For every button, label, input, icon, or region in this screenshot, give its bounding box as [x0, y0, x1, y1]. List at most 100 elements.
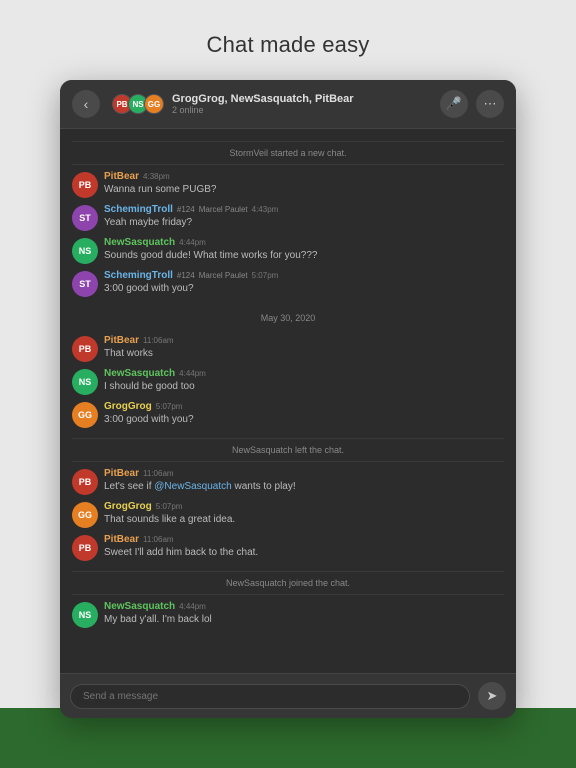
message-avatar: PB [72, 535, 98, 561]
message-time: 4:44pm [179, 238, 206, 247]
message-text: That works [104, 347, 504, 361]
message-row: NS NewSasquatch 4:44pm My bad y'all. I'm ba… [72, 601, 504, 628]
message-header: NewSasquatch 4:44pm [104, 237, 504, 248]
send-button[interactable]: ➤ [478, 682, 506, 710]
message-content: PitBear 4:38pm Wanna run some PUGB? [104, 171, 504, 197]
message-avatar: GG [72, 502, 98, 528]
message-content: NewSasquatch 4:44pm Sounds good dude! What… [104, 237, 504, 263]
message-time: 4:44pm [179, 369, 206, 378]
message-username: GrogGrog [104, 501, 152, 512]
message-header: GrogGrog5:07pm [104, 401, 504, 412]
message-username: PitBear [104, 335, 139, 346]
message-avatar: PB [72, 172, 98, 198]
message-content: GrogGrog 5:07pm That sounds like a great i… [104, 501, 504, 527]
message-avatar: NS [72, 369, 98, 395]
input-area: ➤ [60, 673, 516, 718]
message-row: PB PitBear 4:38pm Wanna run some PUGB? [72, 171, 504, 198]
message-text: I should be good too [104, 380, 504, 394]
message-header: GrogGrog 5:07pm [104, 501, 504, 512]
message-tag: #124 [177, 205, 195, 214]
message-row: PB PitBear 11:06am Let's see if @NewSasquat… [72, 468, 504, 495]
message-username: PitBear [104, 534, 139, 545]
message-content: SchemingTroll #124 Marcel Paulet 4:43pm Yeah… [104, 204, 504, 230]
more-button[interactable]: ⋯ [476, 90, 504, 118]
message-content: PitBear 11:06am Sweet I'll add him back to… [104, 534, 504, 560]
message-header: NewSasquatch 4:44pm [104, 601, 504, 612]
message-row: PB PitBear 11:06am That works [72, 335, 504, 362]
message-text: Sweet I'll add him back to the chat. [104, 546, 504, 560]
page-title: Chat made easy [0, 0, 576, 74]
message-text: My bad y'all. I'm back lol [104, 613, 504, 627]
message-time: 11:06am [143, 535, 174, 544]
message-text: 3:00 good with you? [104, 282, 504, 296]
system-message: NewSasquatch joined the chat. [72, 571, 504, 595]
message-row: PB PitBear 11:06am Sweet I'll add him back … [72, 534, 504, 561]
header-avatars: PB NS GG [112, 94, 164, 114]
message-header: NewSasquatch 4:44pm [104, 368, 504, 379]
app-container: ‹ PB NS GG GrogGrog, NewSasquatch, PitBe… [60, 80, 516, 718]
voice-button[interactable]: 🎤 [440, 90, 468, 118]
message-extra: Marcel Paulet [199, 205, 248, 214]
message-row: NS NewSasquatch 4:44pm Sounds good dude! Wh… [72, 237, 504, 264]
message-header: SchemingTroll #124 Marcel Paulet 5:07pm [104, 270, 504, 281]
header-actions: 🎤 ⋯ [440, 90, 504, 118]
message-username: SchemingTroll [104, 204, 173, 215]
message-row: NS NewSasquatch 4:44pm I should be good too [72, 368, 504, 395]
system-message: StormVeil started a new chat. [72, 141, 504, 165]
message-content: NewSasquatch 4:44pm My bad y'all. I'm back… [104, 601, 504, 627]
system-message: NewSasquatch left the chat. [72, 438, 504, 462]
message-username: PitBear [104, 171, 139, 182]
message-time: 4:43pm [252, 205, 279, 214]
message-header: PitBear 11:06am [104, 468, 504, 479]
message-content: GrogGrog5:07pm3:00 good with you? [104, 401, 504, 427]
message-row: GG GrogGrog 5:07pm That sounds like a great… [72, 501, 504, 528]
message-header: PitBear 11:06am [104, 534, 504, 545]
header-subtitle: 2 online [172, 105, 432, 115]
message-extra: Marcel Paulet [199, 271, 248, 280]
message-text: That sounds like a great idea. [104, 513, 504, 527]
message-username: NewSasquatch [104, 237, 175, 248]
message-row: ST SchemingTroll #124 Marcel Paulet 5:07pm 3:… [72, 270, 504, 297]
header-title: GrogGrog, NewSasquatch, PitBear [172, 93, 432, 105]
message-header: PitBear 11:06am [104, 335, 504, 346]
message-content: PitBear 11:06am Let's see if @NewSasquatch… [104, 468, 504, 494]
date-divider: May 30, 2020 [72, 307, 504, 329]
message-text: Yeah maybe friday? [104, 216, 504, 230]
message-text: Let's see if @NewSasquatch wants to play… [104, 480, 504, 494]
message-time: 4:44pm [179, 602, 206, 611]
avatar-groggrog: GG [144, 94, 164, 114]
message-header: PitBear 4:38pm [104, 171, 504, 182]
message-time: 11:06am [143, 469, 174, 478]
chat-area[interactable]: StormVeil started a new chat. PB PitBear 4:… [60, 129, 516, 673]
message-avatar: NS [72, 238, 98, 264]
message-text: Sounds good dude! What time works for yo… [104, 249, 504, 263]
message-row: ST SchemingTroll #124 Marcel Paulet 4:43pm Ye… [72, 204, 504, 231]
message-text: Wanna run some PUGB? [104, 183, 504, 197]
message-time: 5:07pm [156, 502, 183, 511]
message-row: GGGrogGrog5:07pm3:00 good with you? [72, 401, 504, 428]
message-avatar: NS [72, 602, 98, 628]
message-content: SchemingTroll #124 Marcel Paulet 5:07pm 3:00… [104, 270, 504, 296]
message-avatar: PB [72, 336, 98, 362]
message-avatar: ST [72, 271, 98, 297]
message-avatar: PB [72, 469, 98, 495]
message-username: NewSasquatch [104, 601, 175, 612]
message-username: NewSasquatch [104, 368, 175, 379]
message-avatar: GG [72, 402, 98, 428]
message-tag: #124 [177, 271, 195, 280]
message-time: 5:07pm [252, 271, 279, 280]
message-input[interactable] [70, 684, 470, 709]
message-content: NewSasquatch 4:44pm I should be good too [104, 368, 504, 394]
message-time: 5:07pm [156, 402, 183, 411]
header-info: GrogGrog, NewSasquatch, PitBear 2 online [172, 93, 432, 115]
message-time: 4:38pm [143, 172, 170, 181]
message-content: PitBear 11:06am That works [104, 335, 504, 361]
message-username: SchemingTroll [104, 270, 173, 281]
chat-header: ‹ PB NS GG GrogGrog, NewSasquatch, PitBe… [60, 80, 516, 129]
message-text: 3:00 good with you? [104, 413, 504, 427]
message-time: 11:06am [143, 336, 174, 345]
message-header: SchemingTroll #124 Marcel Paulet 4:43pm [104, 204, 504, 215]
message-avatar: ST [72, 205, 98, 231]
back-button[interactable]: ‹ [72, 90, 100, 118]
message-username: PitBear [104, 468, 139, 479]
